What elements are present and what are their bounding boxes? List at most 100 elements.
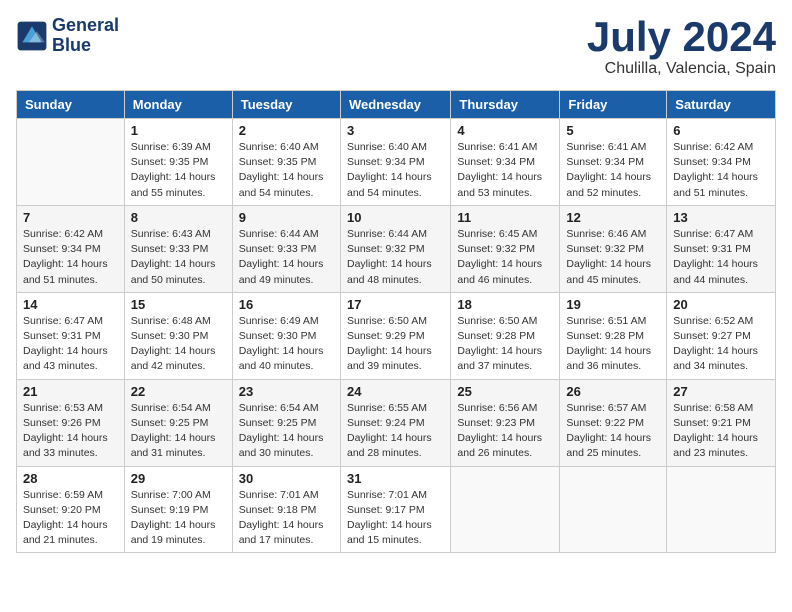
day-info: Sunrise: 6:47 AMSunset: 9:31 PMDaylight:… <box>23 314 118 375</box>
week-row-3: 14 Sunrise: 6:47 AMSunset: 9:31 PMDayligh… <box>17 292 776 379</box>
day-cell: 6Sunrise: 6:42 AMSunset: 9:34 PMDaylight… <box>667 119 776 206</box>
week-row-5: 28Sunrise: 6:59 AMSunset: 9:20 PMDayligh… <box>17 466 776 553</box>
page-header: General Blue July 2024 Chulilla, Valenci… <box>16 16 776 78</box>
day-number: 31 <box>347 471 444 486</box>
day-number: 19 <box>566 297 660 312</box>
day-info: Sunrise: 6:54 AMSunset: 9:25 PMDaylight:… <box>131 401 226 462</box>
day-cell: 9 Sunrise: 6:44 AMSunset: 9:33 PMDaylight… <box>232 205 340 292</box>
day-cell: 5 Sunrise: 6:41 AMSunset: 9:34 PMDaylight… <box>560 119 667 206</box>
day-info: Sunrise: 7:01 AMSunset: 9:17 PMDaylight:… <box>347 488 444 549</box>
day-cell: 13 Sunrise: 6:47 AMSunset: 9:31 PMDayligh… <box>667 205 776 292</box>
day-number: 3 <box>347 123 444 138</box>
day-number: 24 <box>347 384 444 399</box>
day-cell: 1 Sunrise: 6:39 AMSunset: 9:35 PMDaylight… <box>124 119 232 206</box>
day-number: 21 <box>23 384 118 399</box>
day-info: Sunrise: 6:55 AMSunset: 9:24 PMDaylight:… <box>347 401 444 462</box>
location-subtitle: Chulilla, Valencia, Spain <box>587 60 776 78</box>
day-cell: 8 Sunrise: 6:43 AMSunset: 9:33 PMDaylight… <box>124 205 232 292</box>
day-cell: 16Sunrise: 6:49 AMSunset: 9:30 PMDayligh… <box>232 292 340 379</box>
day-info: Sunrise: 6:39 AMSunset: 9:35 PMDaylight:… <box>131 140 226 201</box>
day-cell: 14 Sunrise: 6:47 AMSunset: 9:31 PMDayligh… <box>17 292 125 379</box>
day-number: 27 <box>673 384 769 399</box>
logo: General Blue <box>16 16 119 56</box>
day-number: 18 <box>457 297 553 312</box>
header-saturday: Saturday <box>667 91 776 119</box>
day-cell: 30 Sunrise: 7:01 AMSunset: 9:18 PMDayligh… <box>232 466 340 553</box>
day-cell: 26 Sunrise: 6:57 AMSunset: 9:22 PMDayligh… <box>560 379 667 466</box>
day-info: Sunrise: 6:58 AMSunset: 9:21 PMDaylight:… <box>673 401 769 462</box>
day-cell: 17 Sunrise: 6:50 AMSunset: 9:29 PMDayligh… <box>340 292 450 379</box>
day-number: 9 <box>239 210 334 225</box>
day-cell: 18Sunrise: 6:50 AMSunset: 9:28 PMDayligh… <box>451 292 560 379</box>
day-cell: 2Sunrise: 6:40 AMSunset: 9:35 PMDaylight… <box>232 119 340 206</box>
day-info: Sunrise: 6:49 AMSunset: 9:30 PMDaylight:… <box>239 314 334 375</box>
day-info: Sunrise: 6:50 AMSunset: 9:29 PMDaylight:… <box>347 314 444 375</box>
day-number: 5 <box>566 123 660 138</box>
day-cell <box>560 466 667 553</box>
day-cell: 28Sunrise: 6:59 AMSunset: 9:20 PMDayligh… <box>17 466 125 553</box>
day-info: Sunrise: 6:40 AMSunset: 9:35 PMDaylight:… <box>239 140 334 201</box>
day-number: 7 <box>23 210 118 225</box>
day-info: Sunrise: 6:40 AMSunset: 9:34 PMDaylight:… <box>347 140 444 201</box>
day-info: Sunrise: 6:51 AMSunset: 9:28 PMDaylight:… <box>566 314 660 375</box>
day-info: Sunrise: 6:57 AMSunset: 9:22 PMDaylight:… <box>566 401 660 462</box>
title-area: July 2024 Chulilla, Valencia, Spain <box>587 16 776 78</box>
day-info: Sunrise: 6:56 AMSunset: 9:23 PMDaylight:… <box>457 401 553 462</box>
day-number: 23 <box>239 384 334 399</box>
logo-text: General Blue <box>52 16 119 56</box>
day-info: Sunrise: 6:44 AMSunset: 9:33 PMDaylight:… <box>239 227 334 288</box>
day-cell <box>667 466 776 553</box>
day-info: Sunrise: 6:54 AMSunset: 9:25 PMDaylight:… <box>239 401 334 462</box>
day-number: 26 <box>566 384 660 399</box>
day-info: Sunrise: 7:00 AMSunset: 9:19 PMDaylight:… <box>131 488 226 549</box>
day-cell: 10 Sunrise: 6:44 AMSunset: 9:32 PMDayligh… <box>340 205 450 292</box>
day-number: 22 <box>131 384 226 399</box>
day-cell: 23 Sunrise: 6:54 AMSunset: 9:25 PMDayligh… <box>232 379 340 466</box>
day-number: 29 <box>131 471 226 486</box>
day-info: Sunrise: 6:48 AMSunset: 9:30 PMDaylight:… <box>131 314 226 375</box>
day-info: Sunrise: 6:43 AMSunset: 9:33 PMDaylight:… <box>131 227 226 288</box>
day-cell <box>451 466 560 553</box>
day-info: Sunrise: 6:46 AMSunset: 9:32 PMDaylight:… <box>566 227 660 288</box>
day-cell: 12 Sunrise: 6:46 AMSunset: 9:32 PMDayligh… <box>560 205 667 292</box>
day-cell: 29 Sunrise: 7:00 AMSunset: 9:19 PMDayligh… <box>124 466 232 553</box>
day-cell: 21 Sunrise: 6:53 AMSunset: 9:26 PMDayligh… <box>17 379 125 466</box>
week-row-1: 1 Sunrise: 6:39 AMSunset: 9:35 PMDaylight… <box>17 119 776 206</box>
day-number: 1 <box>131 123 226 138</box>
day-info: Sunrise: 6:52 AMSunset: 9:27 PMDaylight:… <box>673 314 769 375</box>
day-info: Sunrise: 6:41 AMSunset: 9:34 PMDaylight:… <box>566 140 660 201</box>
calendar-table: SundayMondayTuesdayWednesdayThursdayFrid… <box>16 90 776 553</box>
day-cell: 24 Sunrise: 6:55 AMSunset: 9:24 PMDayligh… <box>340 379 450 466</box>
day-info: Sunrise: 6:53 AMSunset: 9:26 PMDaylight:… <box>23 401 118 462</box>
day-cell: 25Sunrise: 6:56 AMSunset: 9:23 PMDayligh… <box>451 379 560 466</box>
day-number: 12 <box>566 210 660 225</box>
day-info: Sunrise: 6:45 AMSunset: 9:32 PMDaylight:… <box>457 227 553 288</box>
day-cell: 27 Sunrise: 6:58 AMSunset: 9:21 PMDayligh… <box>667 379 776 466</box>
day-info: Sunrise: 6:42 AMSunset: 9:34 PMDaylight:… <box>23 227 118 288</box>
day-number: 11 <box>457 210 553 225</box>
header-monday: Monday <box>124 91 232 119</box>
header-wednesday: Wednesday <box>340 91 450 119</box>
header-friday: Friday <box>560 91 667 119</box>
day-info: Sunrise: 6:44 AMSunset: 9:32 PMDaylight:… <box>347 227 444 288</box>
day-info: Sunrise: 7:01 AMSunset: 9:18 PMDaylight:… <box>239 488 334 549</box>
day-cell <box>17 119 125 206</box>
header-sunday: Sunday <box>17 91 125 119</box>
day-number: 14 <box>23 297 118 312</box>
day-number: 17 <box>347 297 444 312</box>
day-cell: 4 Sunrise: 6:41 AMSunset: 9:34 PMDaylight… <box>451 119 560 206</box>
day-number: 15 <box>131 297 226 312</box>
month-title: July 2024 <box>587 16 776 58</box>
day-number: 8 <box>131 210 226 225</box>
day-number: 10 <box>347 210 444 225</box>
day-number: 30 <box>239 471 334 486</box>
week-row-2: 7 Sunrise: 6:42 AMSunset: 9:34 PMDaylight… <box>17 205 776 292</box>
day-number: 20 <box>673 297 769 312</box>
week-row-4: 21 Sunrise: 6:53 AMSunset: 9:26 PMDayligh… <box>17 379 776 466</box>
day-info: Sunrise: 6:47 AMSunset: 9:31 PMDaylight:… <box>673 227 769 288</box>
day-number: 13 <box>673 210 769 225</box>
day-cell: 11 Sunrise: 6:45 AMSunset: 9:32 PMDayligh… <box>451 205 560 292</box>
day-cell: 3 Sunrise: 6:40 AMSunset: 9:34 PMDaylight… <box>340 119 450 206</box>
day-info: Sunrise: 6:41 AMSunset: 9:34 PMDaylight:… <box>457 140 553 201</box>
day-number: 4 <box>457 123 553 138</box>
